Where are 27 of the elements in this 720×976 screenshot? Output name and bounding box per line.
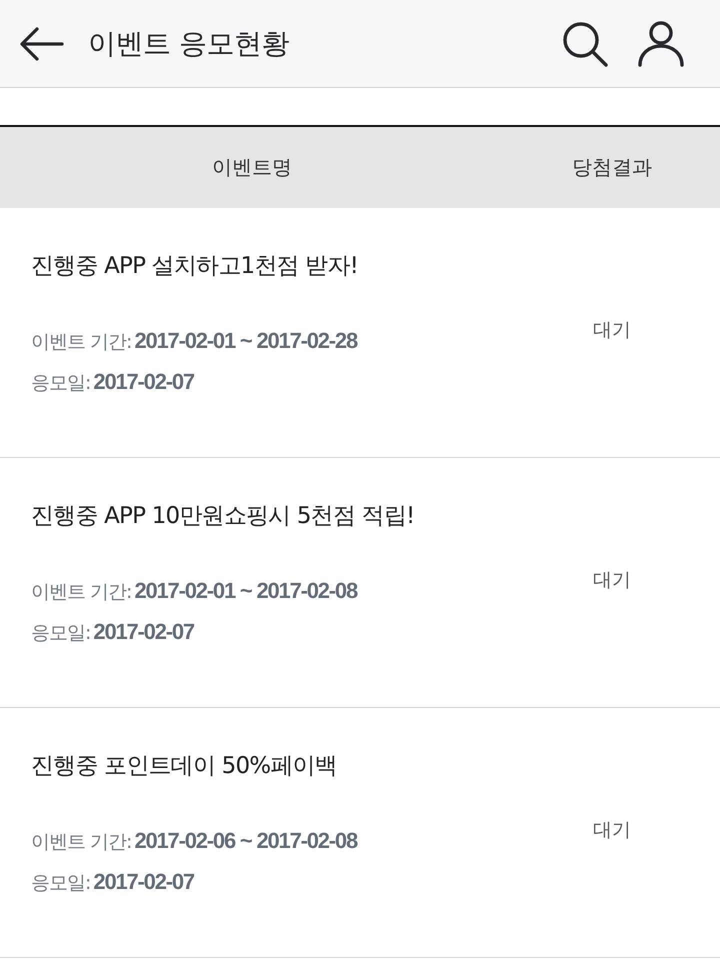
page-title: 이벤트 응모현황: [88, 26, 290, 62]
period-label: 이벤트 기간:: [31, 330, 132, 355]
entry-date-value: 2017-02-07: [93, 619, 194, 645]
entry-date-label: 응모일:: [31, 371, 90, 396]
search-button[interactable]: [562, 20, 608, 66]
back-arrow-icon: [20, 26, 64, 60]
entry-date-label: 응모일:: [31, 871, 90, 896]
period-value: 2017-02-01 ~ 2017-02-28: [134, 328, 357, 354]
user-icon: [638, 20, 684, 66]
column-header: 당첨결과: [571, 154, 653, 181]
entry-date-value: 2017-02-07: [93, 369, 194, 395]
result-status: 대기: [593, 318, 631, 343]
event-title[interactable]: 진행중 APP 설치하고1천점 받자!: [31, 250, 358, 282]
back-button[interactable]: [20, 26, 64, 60]
account-button[interactable]: [638, 20, 684, 66]
event-title[interactable]: 진행중 APP 10만원쇼핑시 5천점 적립!: [31, 500, 414, 532]
column-header: 이벤트명: [211, 154, 293, 181]
entry-date-value: 2017-02-07: [93, 869, 194, 895]
period-value: 2017-02-06 ~ 2017-02-08: [134, 828, 357, 854]
period-value: 2017-02-01 ~ 2017-02-08: [134, 578, 357, 604]
period-label: 이벤트 기간:: [31, 580, 132, 605]
search-icon: [562, 20, 608, 66]
result-status: 대기: [593, 818, 631, 843]
period-label: 이벤트 기간:: [31, 830, 132, 855]
event-title[interactable]: 진행중 포인트데이 50%페이백: [31, 750, 337, 782]
entry-date-label: 응모일:: [31, 621, 90, 646]
result-status: 대기: [593, 568, 631, 593]
